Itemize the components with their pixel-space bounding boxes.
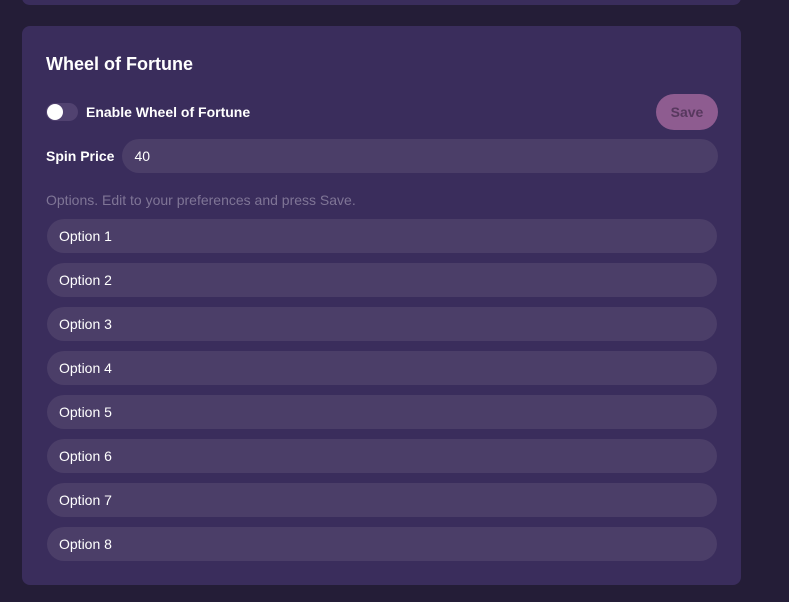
spin-price-row: Spin Price — [46, 139, 718, 173]
option-input-2[interactable] — [47, 263, 717, 297]
option-input-3[interactable] — [47, 307, 717, 341]
toggle-knob — [47, 104, 63, 120]
option-input-5[interactable] — [47, 395, 717, 429]
option-input-1[interactable] — [47, 219, 717, 253]
enable-wheel-label: Enable Wheel of Fortune — [86, 104, 251, 120]
option-input-4[interactable] — [47, 351, 717, 385]
enable-wheel-toggle[interactable] — [46, 103, 78, 121]
previous-card — [22, 0, 741, 5]
option-input-7[interactable] — [47, 483, 717, 517]
spin-price-label: Spin Price — [46, 148, 115, 164]
options-hint: Options. Edit to your preferences and pr… — [46, 192, 356, 208]
wheel-of-fortune-card: Wheel of Fortune Enable Wheel of Fortune… — [22, 26, 741, 585]
option-input-8[interactable] — [47, 527, 717, 561]
enable-toggle-group: Enable Wheel of Fortune — [46, 103, 250, 121]
card-title: Wheel of Fortune — [46, 54, 193, 74]
toggle-row: Enable Wheel of Fortune Save — [46, 94, 718, 130]
options-list — [47, 219, 717, 571]
spin-price-input[interactable] — [122, 139, 718, 173]
save-button[interactable]: Save — [656, 94, 718, 130]
option-input-6[interactable] — [47, 439, 717, 473]
